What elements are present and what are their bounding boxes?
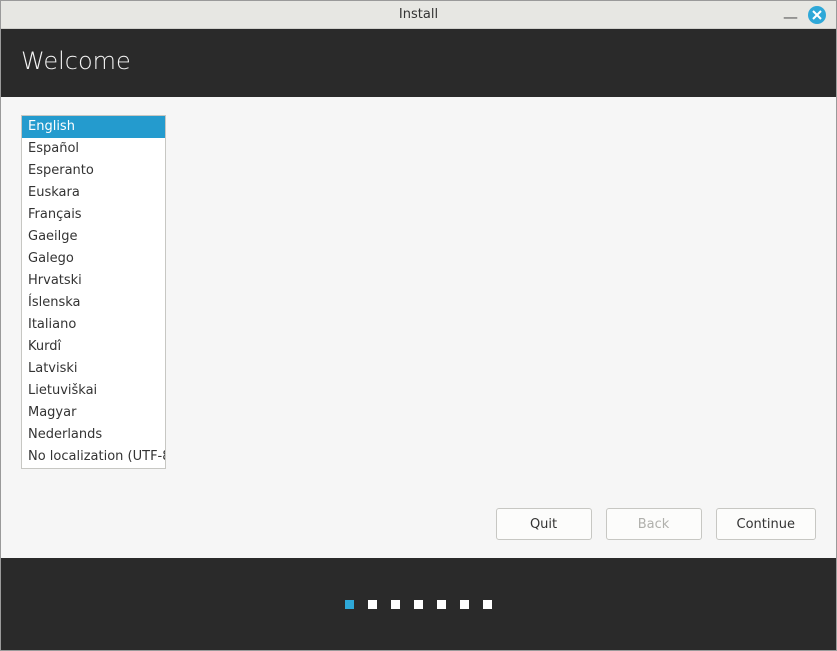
language-option[interactable]: Gaeilge: [22, 226, 165, 248]
language-option[interactable]: Nederlands: [22, 424, 165, 446]
language-option[interactable]: Magyar: [22, 402, 165, 424]
titlebar-controls: —: [783, 6, 836, 24]
progress-step-dot: [368, 600, 377, 609]
language-option[interactable]: Hrvatski: [22, 270, 165, 292]
language-option[interactable]: Esperanto: [22, 160, 165, 182]
content-area: EnglishEspañolEsperantoEuskaraFrançaisGa…: [1, 97, 836, 558]
progress-step-dot: [483, 600, 492, 609]
button-row: Quit Back Continue: [21, 508, 816, 540]
progress-step-dot: [460, 600, 469, 609]
header-bar: Welcome: [1, 29, 836, 97]
page-title: Welcome: [21, 47, 816, 75]
minimize-icon[interactable]: —: [783, 10, 798, 25]
continue-button[interactable]: Continue: [716, 508, 816, 540]
progress-step-dot: [345, 600, 354, 609]
titlebar: Install —: [1, 1, 836, 29]
language-option[interactable]: Íslenska: [22, 292, 165, 314]
quit-button[interactable]: Quit: [496, 508, 592, 540]
back-button: Back: [606, 508, 702, 540]
progress-footer: [1, 558, 836, 650]
progress-step-dot: [414, 600, 423, 609]
progress-step-dot: [391, 600, 400, 609]
language-listbox[interactable]: EnglishEspañolEsperantoEuskaraFrançaisGa…: [21, 115, 166, 469]
install-window: Install — Welcome EnglishEspañolEsperant…: [0, 0, 837, 651]
language-option[interactable]: Lietuviškai: [22, 380, 165, 402]
language-option[interactable]: Euskara: [22, 182, 165, 204]
language-option[interactable]: Latviski: [22, 358, 165, 380]
window-title: Install: [1, 7, 836, 22]
close-icon[interactable]: [808, 6, 826, 24]
language-option[interactable]: Galego: [22, 248, 165, 270]
language-option[interactable]: Italiano: [22, 314, 165, 336]
language-option[interactable]: English: [22, 116, 165, 138]
language-option[interactable]: Español: [22, 138, 165, 160]
progress-step-dot: [437, 600, 446, 609]
language-option[interactable]: No localization (UTF-8): [22, 446, 165, 468]
language-option[interactable]: Kurdî: [22, 336, 165, 358]
language-option[interactable]: Français: [22, 204, 165, 226]
